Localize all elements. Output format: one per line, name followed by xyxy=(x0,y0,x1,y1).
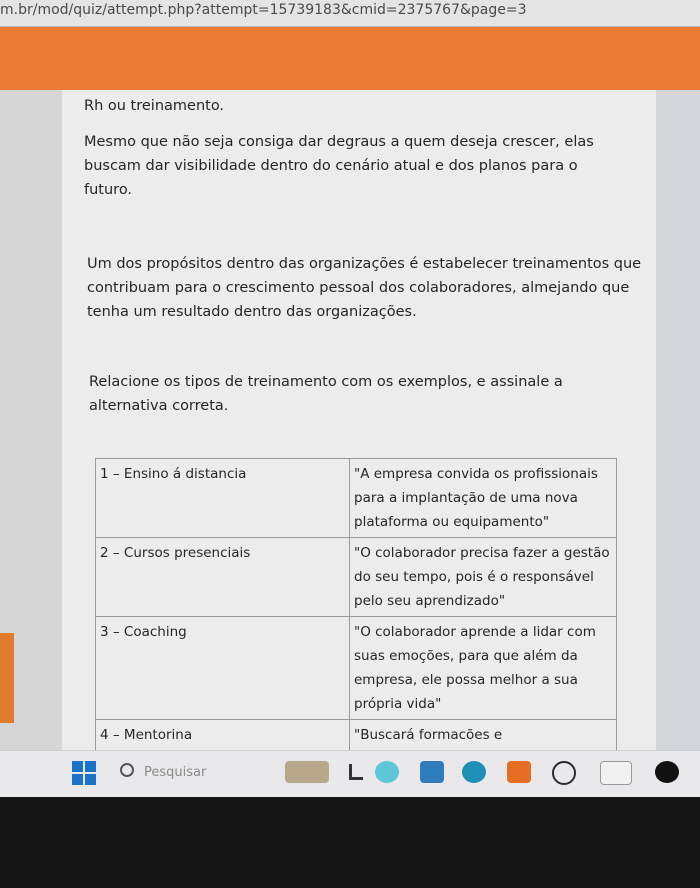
media-player-icon[interactable] xyxy=(600,761,632,785)
table-row: 2 – Cursos presenciais "O colaborador pr… xyxy=(95,537,617,617)
address-bar[interactable]: m.br/mod/quiz/attempt.php?attempt=157391… xyxy=(0,0,700,27)
weather-widget-icon[interactable] xyxy=(285,761,329,783)
windows-taskbar: Pesquisar xyxy=(0,750,700,797)
table-row: 3 – Coaching "O colaborador aprende a li… xyxy=(95,616,617,720)
training-example-cell: "Buscará formacões e xyxy=(349,719,617,751)
monitor-bezel xyxy=(0,797,700,888)
whatsapp-icon[interactable] xyxy=(552,761,576,785)
search-placeholder: Pesquisar xyxy=(144,765,207,780)
right-page-margin xyxy=(656,90,700,750)
windows-start-icon[interactable] xyxy=(72,761,96,785)
question-paragraph-context: Mesmo que não seja consiga dar degraus a… xyxy=(84,134,594,198)
question-text-line: Rh ou treinamento. xyxy=(84,98,225,114)
training-relation-table: 1 – Ensino á distancia "A empresa convid… xyxy=(95,458,617,751)
training-example-cell: "O colaborador precisa fazer a gestão do… xyxy=(349,537,617,617)
store-app-icon[interactable] xyxy=(420,761,444,783)
question-instruction: Relacione os tipos de treinamento com os… xyxy=(89,374,563,414)
outlook-icon[interactable] xyxy=(507,761,531,783)
browser-screen: m.br/mod/quiz/attempt.php?attempt=157391… xyxy=(0,0,700,800)
training-type-cell: 1 – Ensino á distancia xyxy=(95,458,350,538)
table-row: 4 – Mentorina "Buscará formacões e xyxy=(95,719,617,751)
question-paragraph-purpose: Um dos propósitos dentro das organizaçõe… xyxy=(87,256,642,320)
training-example-cell: "O colaborador aprende a lidar com suas … xyxy=(349,616,617,720)
site-header-bar xyxy=(0,27,700,90)
search-icon xyxy=(120,763,134,777)
task-view-icon[interactable] xyxy=(345,761,369,783)
left-nav-accent xyxy=(0,633,14,723)
training-type-cell: 4 – Mentorina xyxy=(95,719,350,751)
training-type-cell: 3 – Coaching xyxy=(95,616,350,720)
taskbar-search[interactable]: Pesquisar xyxy=(120,761,260,785)
training-example-cell: "A empresa convida os profissionais para… xyxy=(349,458,617,538)
training-type-cell: 2 – Cursos presenciais xyxy=(95,537,350,617)
table-row: 1 – Ensino á distancia "A empresa convid… xyxy=(95,458,617,538)
question-panel: Rh ou treinamento. Mesmo que não seja co… xyxy=(62,90,656,751)
url-text[interactable]: m.br/mod/quiz/attempt.php?attempt=157391… xyxy=(0,2,526,18)
edge-icon[interactable] xyxy=(462,761,486,783)
browser-app-icon[interactable] xyxy=(375,761,399,783)
tiktok-icon[interactable] xyxy=(655,761,679,783)
